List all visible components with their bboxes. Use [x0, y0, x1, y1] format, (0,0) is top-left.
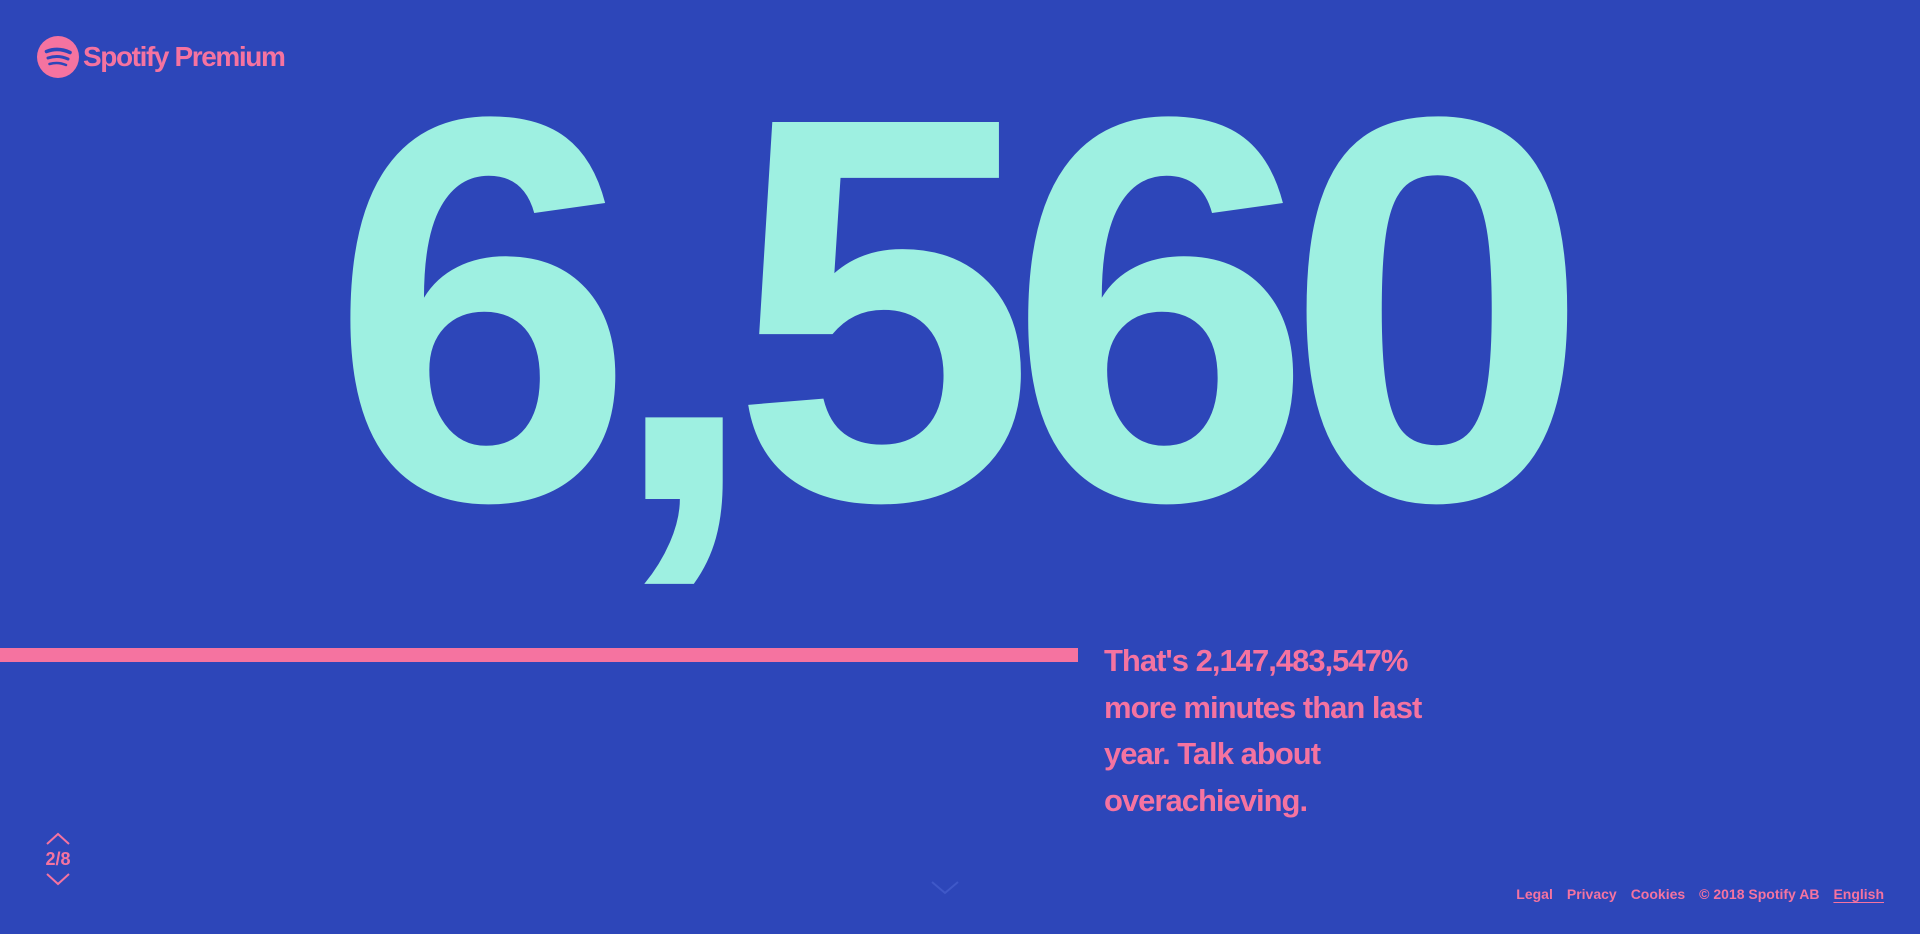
slide-counter: 2/8	[45, 849, 71, 869]
footer-link-legal[interactable]: Legal	[1516, 886, 1553, 902]
language-selector[interactable]: English	[1833, 886, 1884, 902]
minutes-stat-value: 6,560	[330, 4, 1589, 616]
slide-pager: 2/8	[38, 832, 78, 886]
progress-bar-fill	[0, 648, 1008, 660]
previous-slide-button[interactable]	[45, 832, 71, 846]
chevron-down-icon	[931, 881, 959, 895]
chevron-up-icon	[46, 832, 70, 845]
footer-links: Legal Privacy Cookies © 2018 Spotify AB …	[1516, 886, 1884, 902]
footer-link-cookies[interactable]: Cookies	[1631, 886, 1685, 902]
scroll-down-button[interactable]	[930, 880, 960, 896]
chevron-down-icon	[46, 873, 70, 886]
stat-caption: That's 2,147,483,547% more minutes than …	[1104, 643, 1422, 818]
minutes-stat-number: 6,560	[0, 36, 1920, 584]
next-slide-button[interactable]	[45, 872, 71, 886]
footer-copyright: © 2018 Spotify AB	[1699, 886, 1820, 902]
footer-link-privacy[interactable]: Privacy	[1567, 886, 1617, 902]
